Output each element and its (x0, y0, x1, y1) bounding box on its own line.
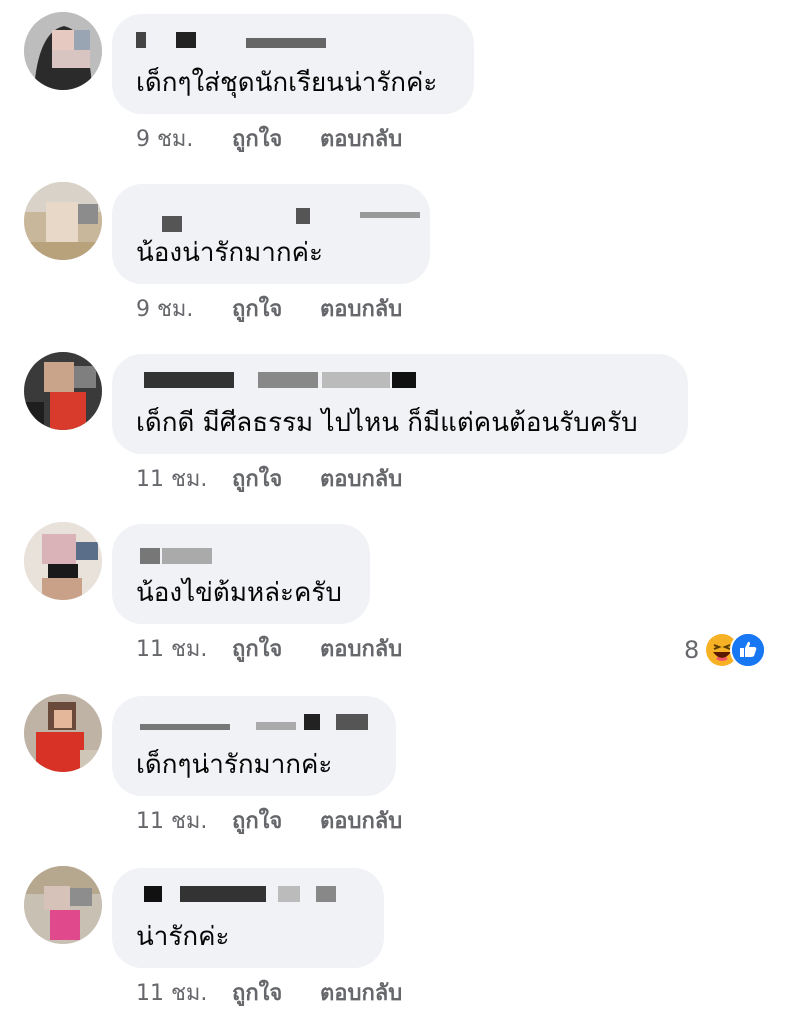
avatar[interactable] (24, 694, 102, 772)
comment-bubble: เด็กๆใส่ชุดนักเรียนน่ารักค่ะ (112, 14, 474, 114)
comment-timestamp[interactable]: 9 ชม. (136, 296, 193, 324)
comment-timestamp[interactable]: 11 ชม. (136, 466, 207, 494)
like-button[interactable]: ถูกใจ (232, 296, 282, 324)
comment-timestamp[interactable]: 11 ชม. (136, 636, 207, 664)
comment-text: น้องไข่ต้มหล่ะครับ (136, 578, 342, 608)
commenter-name-redacted[interactable] (136, 198, 420, 232)
commenter-name-redacted[interactable] (136, 368, 672, 398)
reaction-count: 8 (684, 636, 700, 664)
comment-bubble: เด็กๆน่ารักมากค่ะ (112, 696, 396, 796)
commenter-name-redacted[interactable] (136, 538, 354, 568)
like-button[interactable]: ถูกใจ (232, 126, 282, 154)
avatar[interactable] (24, 522, 102, 600)
reply-button[interactable]: ตอบกลับ (320, 466, 402, 494)
comment-text: เด็กๆใส่ชุดนักเรียนน่ารักค่ะ (136, 68, 438, 98)
comment-text: เด็กดี มีศีลธรรม ไปไหน ก็มีแต่คนต้อนรับค… (136, 408, 638, 438)
avatar[interactable] (24, 12, 102, 90)
avatar[interactable] (24, 866, 102, 944)
commenter-name-redacted[interactable] (136, 882, 368, 912)
comment-text: น้องน่ารักมากค่ะ (136, 238, 324, 268)
commenter-name-redacted[interactable] (136, 28, 458, 58)
reply-button[interactable]: ตอบกลับ (320, 636, 402, 664)
reply-button[interactable]: ตอบกลับ (320, 808, 402, 836)
like-button[interactable]: ถูกใจ (232, 808, 282, 836)
comment-text: น่ารักค่ะ (136, 922, 230, 952)
comment-bubble: น่ารักค่ะ (112, 868, 384, 968)
comment-bubble: น้องน่ารักมากค่ะ (112, 184, 430, 284)
comment-timestamp[interactable]: 11 ชม. (136, 808, 207, 836)
reaction-summary[interactable]: 8 (684, 632, 774, 668)
comment-timestamp[interactable]: 11 ชม. (136, 980, 207, 1008)
comment-bubble: น้องไข่ต้มหล่ะครับ (112, 524, 370, 624)
commenter-name-redacted[interactable] (136, 710, 380, 740)
reply-button[interactable]: ตอบกลับ (320, 126, 402, 154)
like-icon (730, 632, 766, 668)
comment-bubble: เด็กดี มีศีลธรรม ไปไหน ก็มีแต่คนต้อนรับค… (112, 354, 688, 454)
reply-button[interactable]: ตอบกลับ (320, 296, 402, 324)
like-button[interactable]: ถูกใจ (232, 980, 282, 1008)
comment-text: เด็กๆน่ารักมากค่ะ (136, 750, 333, 780)
comment-timestamp[interactable]: 9 ชม. (136, 126, 193, 154)
avatar[interactable] (24, 182, 102, 260)
like-button[interactable]: ถูกใจ (232, 466, 282, 494)
avatar[interactable] (24, 352, 102, 430)
like-button[interactable]: ถูกใจ (232, 636, 282, 664)
reply-button[interactable]: ตอบกลับ (320, 980, 402, 1008)
